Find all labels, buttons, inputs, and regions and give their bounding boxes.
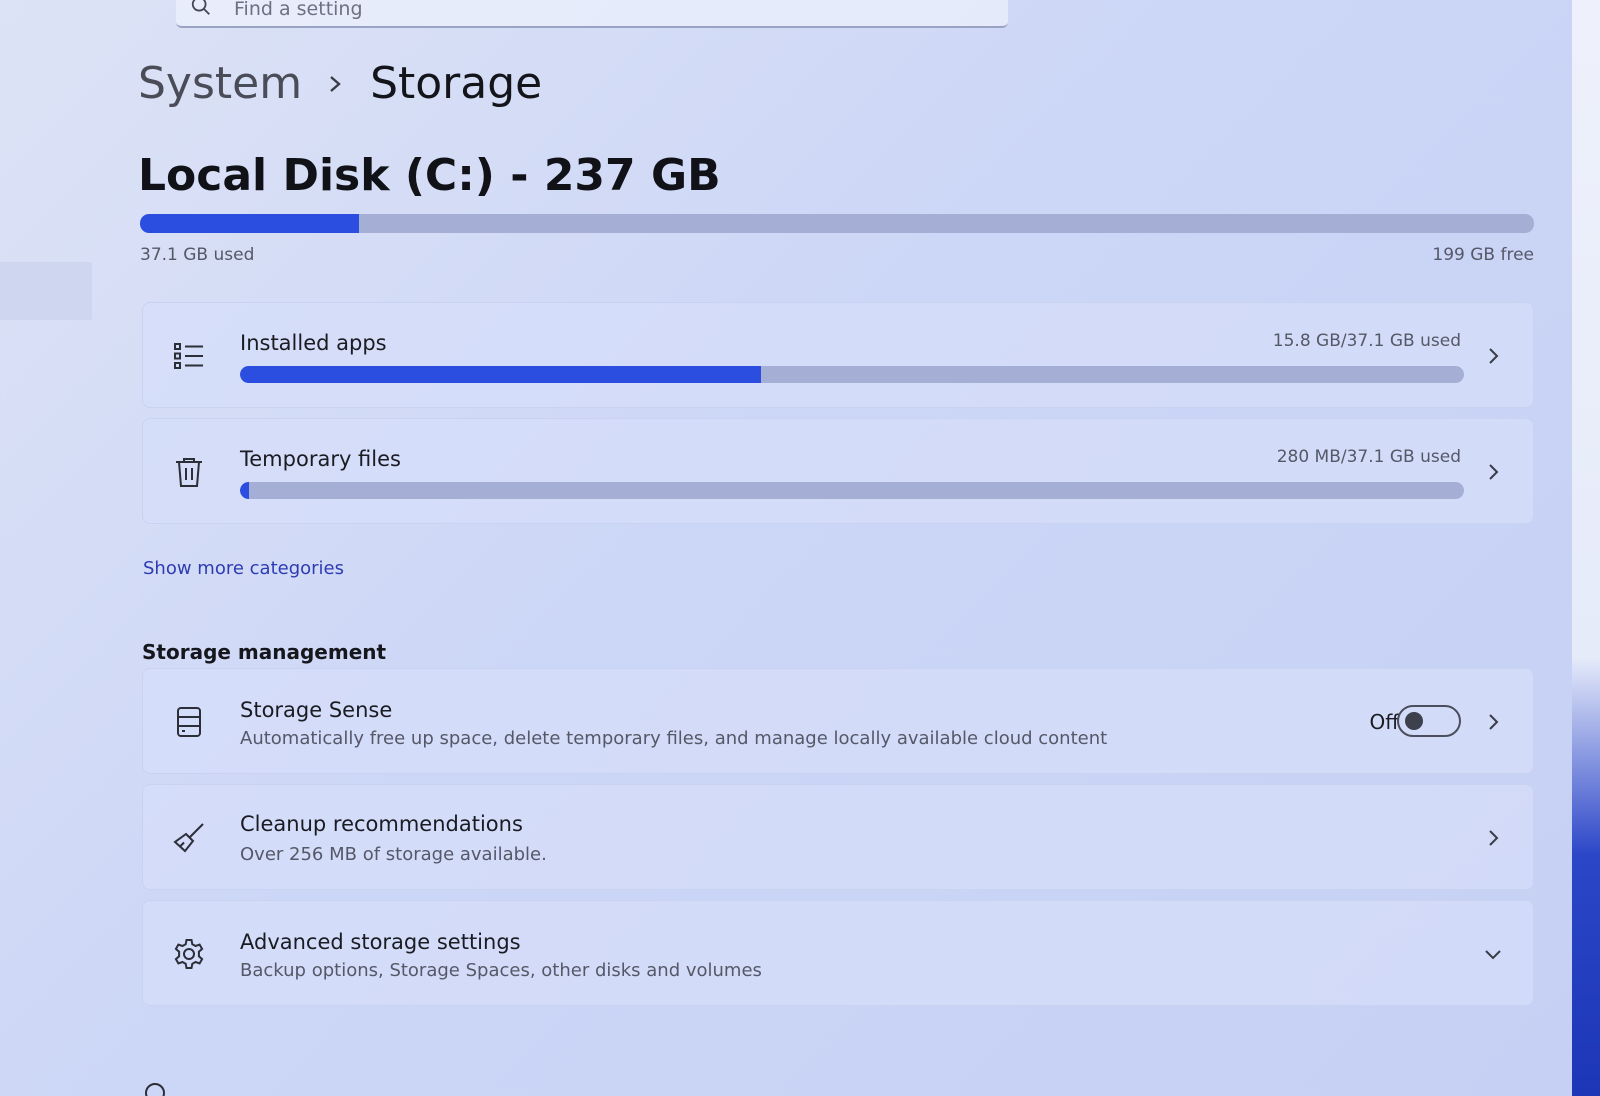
category-usage: 15.8 GB/37.1 GB used bbox=[1272, 331, 1461, 351]
category-usage-bar bbox=[240, 482, 1464, 499]
chevron-right-icon bbox=[1489, 714, 1499, 730]
storage-sense-subtitle: Automatically free up space, delete temp… bbox=[240, 728, 1108, 749]
disk-free-label: 199 GB free bbox=[1432, 245, 1534, 265]
storage-sense-row[interactable]: Storage Sense Automatically free up spac… bbox=[142, 668, 1534, 774]
category-usage-fill bbox=[240, 482, 250, 499]
cleanup-recommendations-row[interactable]: Cleanup recommendations Over 256 MB of s… bbox=[142, 784, 1534, 890]
category-title: Temporary files bbox=[240, 447, 401, 471]
search-input[interactable] bbox=[234, 0, 834, 20]
disk-title: Local Disk (C:) - 237 GB bbox=[138, 150, 721, 201]
disk-used-label: 37.1 GB used bbox=[140, 245, 255, 265]
storage-sense-title: Storage Sense bbox=[240, 698, 393, 722]
chevron-right-icon bbox=[326, 71, 344, 97]
gear-icon bbox=[171, 936, 207, 972]
storage-sense-toggle[interactable] bbox=[1397, 705, 1461, 737]
page-title: Storage bbox=[370, 58, 543, 109]
get-help-link-partial[interactable] bbox=[144, 1082, 194, 1096]
advanced-storage-settings-row[interactable]: Advanced storage settings Backup options… bbox=[142, 900, 1534, 1006]
chevron-down-icon[interactable] bbox=[1483, 944, 1503, 964]
show-more-categories-link[interactable]: Show more categories bbox=[143, 558, 344, 579]
trash-icon bbox=[171, 454, 207, 490]
storage-drive-icon bbox=[171, 704, 207, 740]
advanced-title: Advanced storage settings bbox=[240, 930, 521, 954]
cleanup-title: Cleanup recommendations bbox=[240, 812, 523, 836]
list-icon bbox=[171, 338, 207, 374]
chevron-right-icon bbox=[1489, 464, 1499, 480]
chevron-right-icon bbox=[1489, 348, 1499, 364]
disk-usage-fill bbox=[140, 214, 359, 233]
search-box[interactable] bbox=[176, 0, 1008, 28]
category-usage: 280 MB/37.1 GB used bbox=[1276, 447, 1461, 467]
disk-usage-bar bbox=[140, 214, 1534, 233]
section-heading-storage-management: Storage management bbox=[142, 640, 387, 664]
storage-sense-toggle-label: Off bbox=[1369, 710, 1399, 734]
search-icon bbox=[191, 0, 210, 15]
advanced-subtitle: Backup options, Storage Spaces, other di… bbox=[240, 960, 762, 981]
category-temporary-files[interactable]: Temporary files 280 MB/37.1 GB used bbox=[142, 418, 1534, 524]
category-usage-bar bbox=[240, 366, 1464, 383]
nav-pane-edge bbox=[0, 262, 92, 320]
category-usage-fill bbox=[240, 366, 762, 383]
help-icon bbox=[145, 1083, 165, 1096]
adjacent-window-edge bbox=[1572, 0, 1600, 1096]
toggle-knob bbox=[1405, 712, 1423, 730]
category-installed-apps[interactable]: Installed apps 15.8 GB/37.1 GB used bbox=[142, 302, 1534, 408]
cleanup-subtitle: Over 256 MB of storage available. bbox=[240, 844, 547, 865]
category-title: Installed apps bbox=[240, 331, 387, 355]
broom-icon bbox=[171, 820, 207, 856]
breadcrumb: System Storage bbox=[138, 58, 542, 109]
chevron-right-icon bbox=[1489, 830, 1499, 846]
breadcrumb-system[interactable]: System bbox=[138, 58, 302, 109]
